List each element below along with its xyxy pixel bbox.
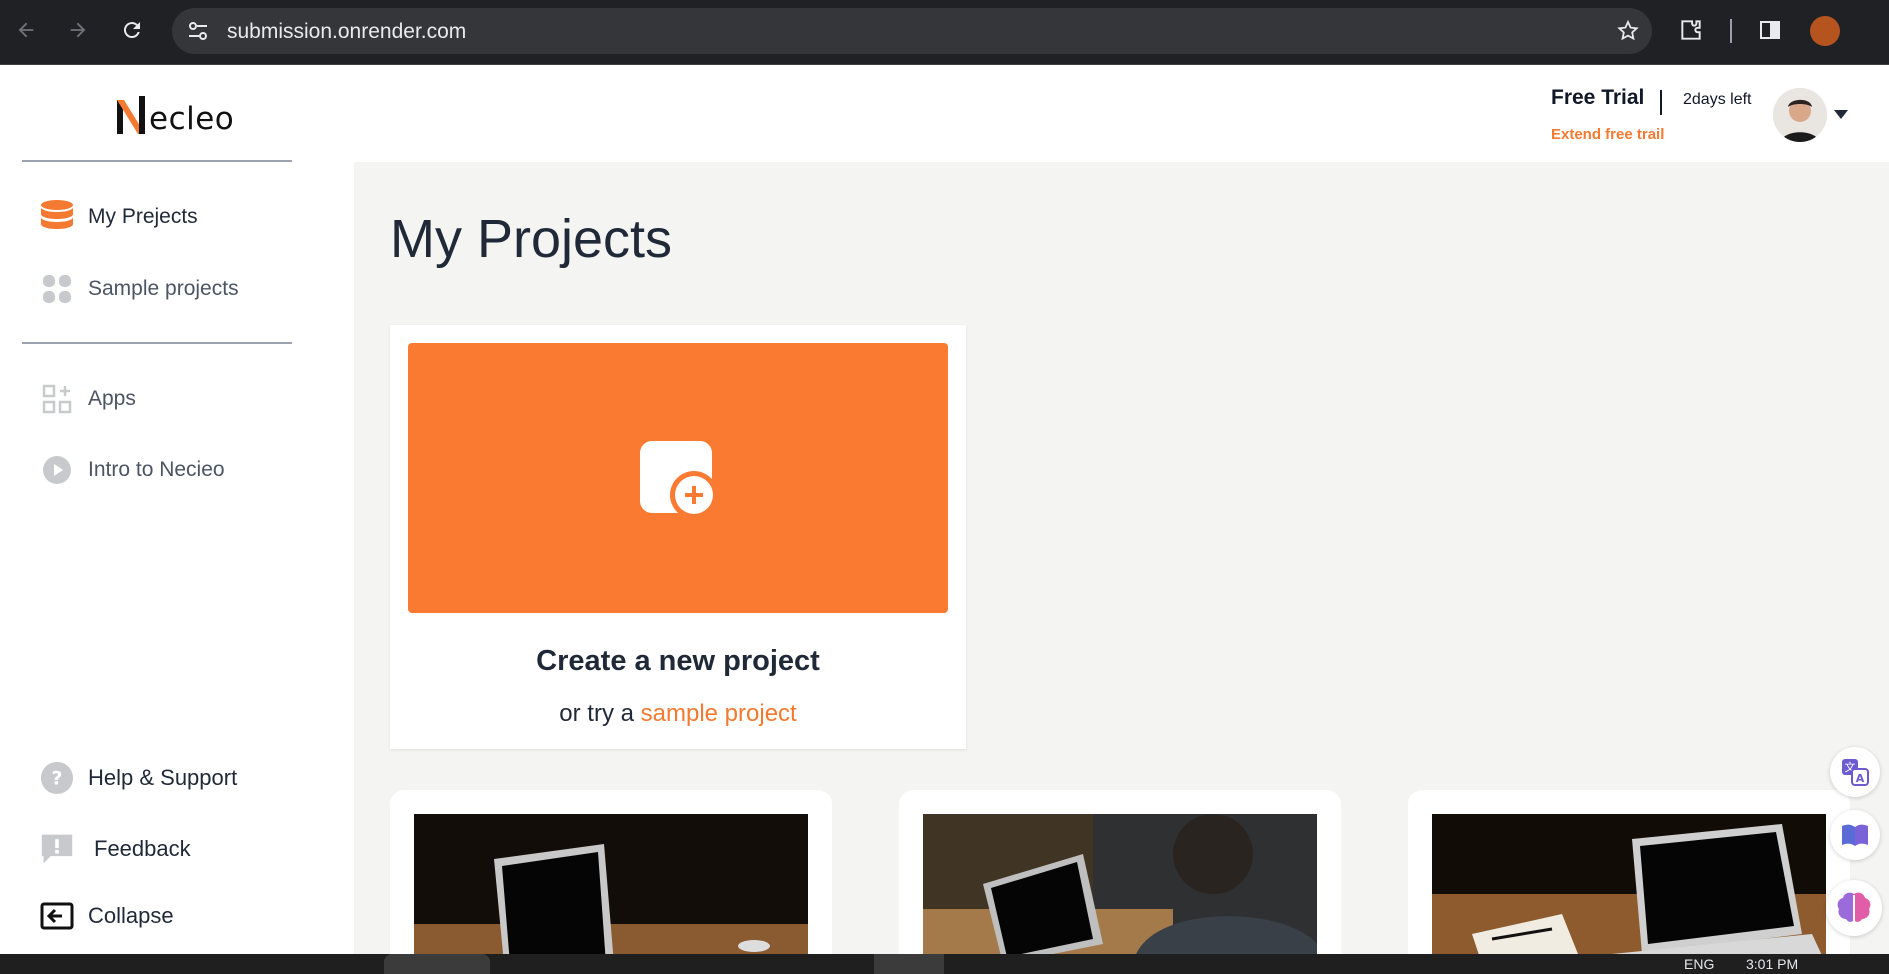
back-button[interactable] [10, 14, 42, 46]
forward-button[interactable] [62, 14, 94, 46]
logo-n-mark [117, 96, 145, 134]
sample-project-card[interactable] [1408, 790, 1850, 954]
feedback-icon [40, 832, 74, 866]
trial-title: Free Trial [1551, 86, 1645, 109]
bookmark-star-icon[interactable] [1616, 19, 1640, 43]
grid-icon [40, 272, 74, 306]
translate-widget-button[interactable]: 文 A [1830, 747, 1880, 797]
url-text: submission.onrender.com [227, 20, 467, 43]
os-taskbar: ENG 3:01 PM [0, 954, 1889, 974]
user-menu-caret-icon[interactable] [1834, 110, 1848, 119]
database-icon [40, 200, 74, 234]
ai-brain-widget-button[interactable] [1826, 880, 1882, 936]
play-icon [40, 453, 74, 487]
necleo-logo[interactable]: ecleo [115, 92, 234, 136]
translate-icon: 文 A [1842, 759, 1869, 786]
page-title: My Projects [390, 209, 673, 269]
forward-arrow-icon [70, 22, 86, 38]
svg-text:A: A [1856, 772, 1865, 785]
logo-text: ecleo [149, 101, 235, 137]
language-indicator[interactable]: ENG [1684, 956, 1714, 972]
brain-icon [1837, 892, 1871, 922]
project-thumbnail [414, 814, 808, 954]
toolbar-divider [1730, 19, 1732, 43]
browser-profile-avatar[interactable] [1810, 16, 1840, 46]
user-avatar[interactable] [1773, 88, 1827, 142]
extend-trial-link[interactable]: Extend free trail [1551, 126, 1664, 143]
trial-days-left: 2days left [1683, 91, 1752, 108]
collapse-button[interactable]: Collapse [40, 896, 174, 936]
taskbar-app-active[interactable] [874, 954, 944, 974]
sidebar-item-label: Apps [88, 387, 136, 410]
sidebar-divider [22, 342, 292, 344]
back-arrow-icon [18, 22, 34, 38]
sample-project-card[interactable] [899, 790, 1341, 954]
collapse-label: Collapse [88, 903, 174, 928]
help-support-button[interactable]: ? Help & Support [40, 758, 237, 798]
reader-widget-button[interactable] [1830, 810, 1880, 860]
svg-text:?: ? [52, 768, 63, 790]
sidebar-item-sample-projects[interactable]: Sample projects [40, 269, 239, 309]
new-project-plus-icon [640, 441, 718, 519]
sidebar-item-label: Intro to Necieo [88, 458, 225, 481]
sample-project-link[interactable]: sample project [641, 700, 797, 727]
project-thumbnail [1432, 814, 1826, 954]
browser-toolbar: submission.onrender.com [0, 0, 1889, 65]
create-project-title: Create a new project [536, 645, 820, 677]
sidebar-item-label: Sample projects [88, 277, 239, 300]
taskbar-app-chrome[interactable] [384, 954, 490, 974]
feedback-label: Feedback [94, 836, 191, 861]
clock[interactable]: 3:01 PM [1746, 956, 1798, 972]
create-project-tile[interactable] [408, 343, 948, 613]
app-header [354, 66, 1889, 162]
site-settings-icon [189, 22, 207, 40]
extensions-button[interactable] [1675, 14, 1707, 46]
apps-icon [40, 382, 74, 416]
puzzle-icon [1681, 20, 1701, 40]
address-bar[interactable]: submission.onrender.com [172, 8, 1652, 54]
sidebar-item-label: My Prejects [88, 205, 198, 228]
project-thumbnail [923, 814, 1317, 954]
feedback-button[interactable]: Feedback [40, 829, 191, 869]
sidebar-item-apps[interactable]: Apps [40, 379, 136, 419]
sidebar-item-intro[interactable]: Intro to Necieo [40, 450, 225, 490]
book-icon [1842, 824, 1868, 846]
side-panel-button[interactable] [1754, 14, 1786, 46]
trial-divider [1660, 90, 1662, 115]
sidebar-divider [22, 160, 292, 162]
reload-icon [123, 22, 140, 39]
help-support-label: Help & Support [88, 765, 238, 790]
side-panel-icon [1760, 21, 1780, 39]
create-project-subtitle: or try a sample project [390, 700, 966, 728]
help-icon: ? [40, 761, 74, 795]
subtitle-prefix: or try a [559, 700, 641, 727]
create-project-card[interactable]: Create a new project or try a sample pro… [390, 325, 966, 749]
sample-project-card[interactable] [390, 790, 832, 954]
reload-button[interactable] [116, 14, 148, 46]
collapse-icon [40, 899, 74, 933]
sidebar-item-my-projects[interactable]: My Prejects [40, 197, 198, 237]
sidebar: ecleo My Prejects Sample projects Apps I… [0, 66, 354, 954]
